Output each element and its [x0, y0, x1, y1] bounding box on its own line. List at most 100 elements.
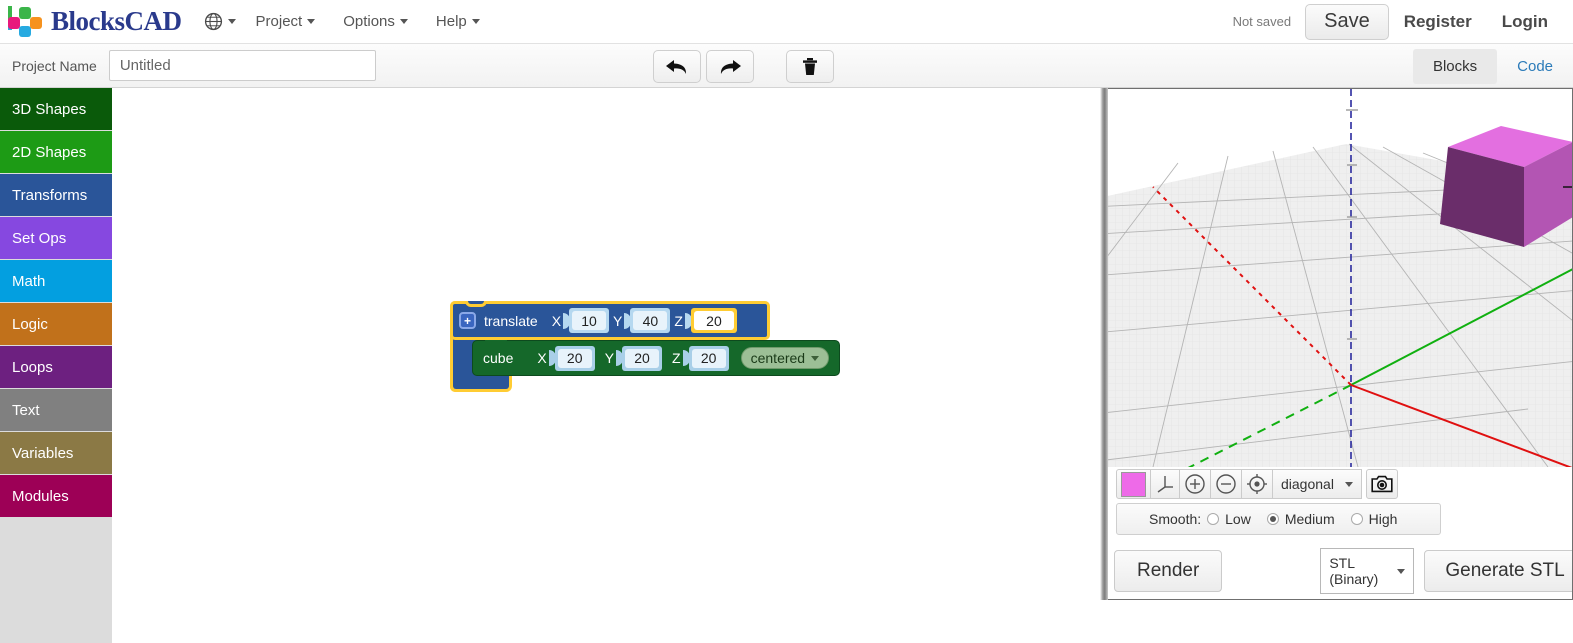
radio-icon[interactable]	[1207, 513, 1220, 525]
translate-z-field[interactable]: 20	[684, 308, 737, 333]
translate-y-field[interactable]: 40	[624, 308, 671, 333]
number-field[interactable]: 20	[688, 345, 729, 371]
cube-y-field[interactable]: 20	[616, 345, 663, 371]
sidebar-item-set-ops[interactable]: Set Ops	[0, 217, 112, 260]
cube-z-field[interactable]: 20	[682, 345, 729, 371]
save-button[interactable]: Save	[1305, 3, 1389, 40]
screenshot-button[interactable]	[1365, 469, 1398, 499]
mutator-plus-icon[interactable]: +	[459, 312, 476, 329]
project-name-input[interactable]	[108, 50, 376, 81]
sidebar-item-variables[interactable]: Variables	[0, 432, 112, 475]
trash-icon	[803, 57, 817, 75]
translate-y-value[interactable]: 40	[633, 311, 668, 330]
render-button[interactable]: Render	[1114, 550, 1223, 592]
number-field[interactable]: 20	[554, 345, 595, 371]
color-swatch-button[interactable]	[1116, 469, 1151, 499]
translate-x-value[interactable]: 10	[572, 311, 607, 330]
translate-y-axis-label: Y	[613, 312, 623, 329]
nav-menu-options[interactable]: Options	[329, 0, 422, 44]
smooth-option-low[interactable]: Low	[1207, 511, 1251, 527]
language-selector[interactable]	[186, 0, 242, 44]
sidebar-item-label: Math	[12, 272, 46, 290]
nav-menu-project[interactable]: Project	[242, 0, 330, 44]
target-icon	[1247, 474, 1267, 494]
zoom-out-button[interactable]	[1210, 469, 1242, 499]
recenter-button[interactable]	[1241, 469, 1273, 499]
sidebar-item-label: Logic	[12, 315, 48, 333]
translate-z-value[interactable]: 20	[693, 311, 734, 330]
login-link[interactable]: Login	[1487, 12, 1563, 32]
cube-x-value[interactable]: 20	[557, 348, 592, 368]
chevron-down-icon	[1397, 568, 1406, 574]
globe-icon	[204, 12, 222, 31]
generate-stl-button[interactable]: Generate STL	[1424, 550, 1572, 592]
cube-centered-value: centered	[750, 350, 806, 366]
cube-centered-dropdown[interactable]: centered	[740, 347, 830, 369]
tab-code[interactable]: Code	[1497, 49, 1573, 84]
axes-icon	[1157, 476, 1173, 493]
project-name-label: Project Name	[12, 57, 97, 74]
nav-menu-help[interactable]: Help	[422, 0, 494, 44]
undo-button[interactable]	[653, 50, 701, 83]
smooth-option-medium[interactable]: Medium	[1266, 511, 1335, 527]
chevron-down-icon	[811, 355, 820, 361]
sidebar-item-text[interactable]: Text	[0, 389, 112, 432]
radio-icon[interactable]	[1350, 513, 1363, 525]
stl-format-select[interactable]: STL (Binary)	[1320, 548, 1415, 594]
sidebar-item-label: 2D Shapes	[12, 143, 87, 161]
logo-square-blue	[19, 25, 31, 37]
sidebar-item-3d-shapes[interactable]: 3D Shapes	[0, 88, 112, 131]
tab-blocks[interactable]: Blocks	[1412, 48, 1498, 84]
undo-arrow-icon	[666, 59, 687, 74]
block-stack[interactable]: + translate X 10 Y 40 Z 20 cube X 20 Y 2…	[450, 301, 840, 392]
sidebar-item-loops[interactable]: Loops	[0, 346, 112, 389]
sidebar-item-modules[interactable]: Modules	[0, 475, 112, 518]
axes-toggle-button[interactable]	[1150, 469, 1180, 499]
panel-splitter[interactable]	[1100, 88, 1108, 600]
blocks-workspace[interactable]: + translate X 10 Y 40 Z 20 cube X 20 Y 2…	[112, 88, 1100, 643]
blockscad-logo-icon	[8, 5, 46, 38]
save-status-text: Not saved	[1232, 14, 1292, 29]
plus-circle-icon	[1185, 474, 1205, 494]
edit-tool-group	[653, 50, 834, 83]
number-field-editing[interactable]: 20	[690, 308, 737, 333]
preview-panel: diagonal Smooth: Low Medium High Render …	[1108, 88, 1573, 600]
chevron-down-icon	[307, 19, 316, 24]
number-field[interactable]: 10	[569, 308, 610, 333]
sidebar-item-label: Variables	[12, 444, 74, 462]
view-angle-select[interactable]: diagonal	[1272, 469, 1362, 499]
number-field[interactable]: 40	[630, 308, 671, 333]
cube-y-value[interactable]: 20	[625, 348, 660, 368]
sidebar-item-label: 3D Shapes	[12, 100, 87, 118]
stl-format-value: STL (Binary)	[1329, 555, 1379, 587]
brand-logo-link[interactable]: BlocksCAD	[0, 0, 186, 44]
block-translate[interactable]: + translate X 10 Y 40 Z 20	[450, 301, 770, 340]
smooth-option-high[interactable]: High	[1350, 511, 1397, 527]
sidebar-item-logic[interactable]: Logic	[0, 303, 112, 346]
sidebar-item-math[interactable]: Math	[0, 260, 112, 303]
redo-button[interactable]	[706, 50, 754, 83]
chevron-down-icon	[227, 19, 236, 24]
zoom-in-button[interactable]	[1179, 469, 1211, 499]
navbar-right-group: Not saved Save Register Login	[1232, 3, 1573, 40]
sidebar-item-2d-shapes[interactable]: 2D Shapes	[0, 131, 112, 174]
nav-menu-options-label: Options	[343, 13, 395, 30]
translate-x-field[interactable]: 10	[563, 308, 610, 333]
block-cube[interactable]: cube X 20 Y 20 Z 20 centered	[472, 340, 840, 376]
block-translate-label: translate	[484, 312, 538, 329]
project-toolbar: Project Name B	[0, 44, 1573, 88]
number-field[interactable]: 20	[622, 345, 663, 371]
minus-circle-icon	[1216, 474, 1236, 494]
block-top-notch	[465, 301, 487, 307]
cube-z-value[interactable]: 20	[691, 348, 726, 368]
3d-viewport[interactable]	[1108, 89, 1572, 467]
sidebar-item-transforms[interactable]: Transforms	[0, 174, 112, 217]
sidebar-item-label: Modules	[12, 487, 69, 505]
smooth-option-medium-label: Medium	[1284, 511, 1335, 527]
radio-icon-selected[interactable]	[1266, 513, 1279, 525]
logo-square-orange	[30, 16, 42, 29]
delete-button[interactable]	[786, 50, 834, 83]
cube-x-field[interactable]: 20	[548, 345, 595, 371]
register-link[interactable]: Register	[1389, 12, 1487, 32]
